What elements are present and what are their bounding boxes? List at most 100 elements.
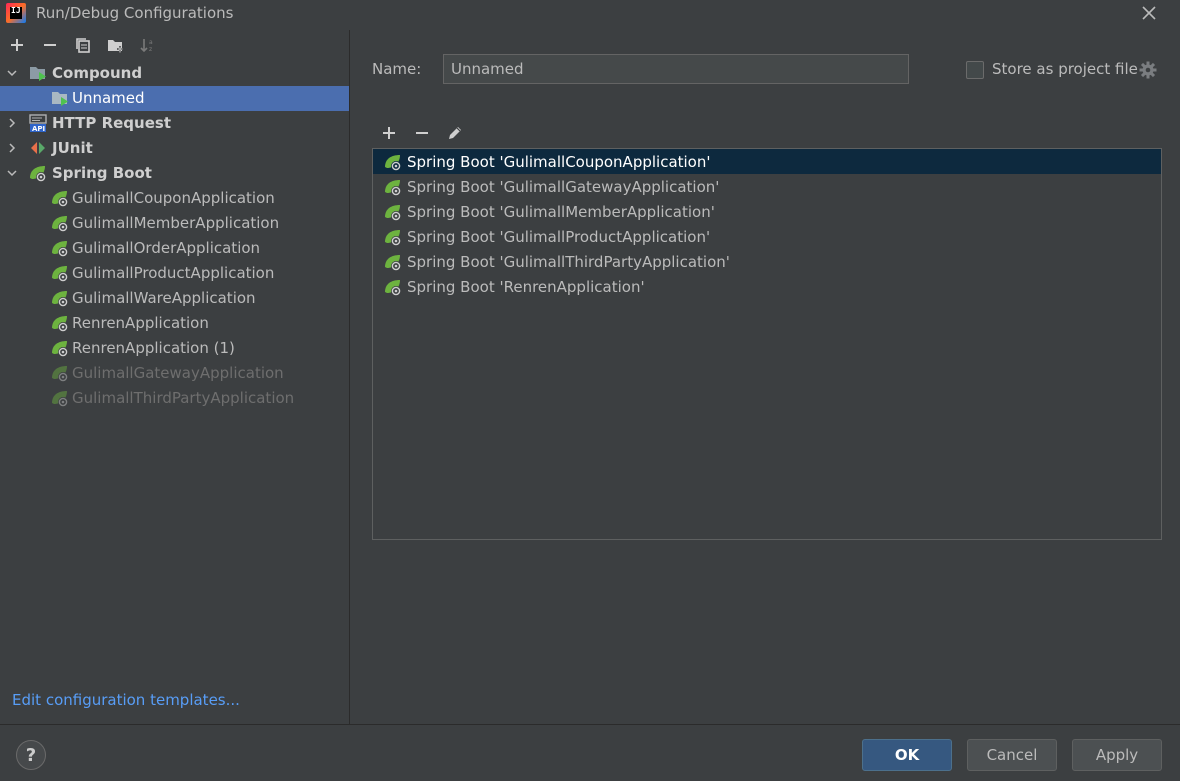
list-item-label: Spring Boot 'GulimallMemberApplication' bbox=[407, 203, 715, 221]
tree-item-label: Unnamed bbox=[72, 89, 145, 107]
list-item[interactable]: Spring Boot 'GulimallThirdPartyApplicati… bbox=[373, 249, 1161, 274]
list-item-label: Spring Boot 'GulimallProductApplication' bbox=[407, 228, 711, 246]
spring-boot-icon bbox=[52, 316, 68, 332]
list-item[interactable]: Spring Boot 'RenrenApplication' bbox=[373, 274, 1161, 299]
tree-item-label: GulimallMemberApplication bbox=[72, 214, 280, 232]
configurations-tree: Compound Unnamed API HTTP Request JUnit … bbox=[0, 61, 349, 411]
tree-item-label: GulimallThirdPartyApplication bbox=[72, 389, 295, 407]
copy-icon bbox=[75, 38, 90, 53]
tree-group-junit[interactable]: JUnit bbox=[0, 136, 349, 161]
copy-configuration-button[interactable] bbox=[70, 34, 95, 56]
pencil-icon bbox=[448, 127, 461, 139]
http-api-icon: API bbox=[29, 114, 47, 133]
tree-item-label: GulimallGatewayApplication bbox=[72, 364, 284, 382]
tree-group-compound[interactable]: Compound bbox=[0, 61, 349, 86]
tree-group-label: Compound bbox=[52, 64, 143, 82]
tree-item-spring-app[interactable]: RenrenApplication bbox=[0, 311, 349, 336]
tree-item-spring-app[interactable]: GulimallWareApplication bbox=[0, 286, 349, 311]
close-icon[interactable] bbox=[1138, 2, 1160, 24]
tree-group-label: HTTP Request bbox=[52, 114, 171, 132]
ok-button[interactable]: OK bbox=[862, 739, 952, 771]
plus-icon bbox=[382, 127, 395, 139]
tree-item-label: RenrenApplication (1) bbox=[72, 339, 235, 357]
chevron-right-icon[interactable] bbox=[6, 117, 18, 129]
spring-boot-icon bbox=[52, 241, 68, 257]
list-item-label: Spring Boot 'GulimallCouponApplication' bbox=[407, 153, 711, 171]
list-item-label: Spring Boot 'RenrenApplication' bbox=[407, 278, 645, 296]
svg-text:API: API bbox=[32, 125, 45, 133]
footer-divider bbox=[0, 724, 1180, 725]
tree-group-label: Spring Boot bbox=[52, 164, 152, 182]
chevron-down-icon[interactable] bbox=[6, 67, 18, 79]
tree-item-spring-app-disabled[interactable]: GulimallThirdPartyApplication bbox=[0, 386, 349, 411]
name-input[interactable] bbox=[443, 54, 909, 84]
sort-button[interactable]: a z bbox=[136, 34, 161, 56]
edit-configuration-templates-link[interactable]: Edit configuration templates... bbox=[12, 691, 240, 709]
store-as-project-file-checkbox[interactable] bbox=[966, 61, 984, 79]
compound-icon bbox=[52, 92, 68, 106]
remove-run-configuration-button[interactable] bbox=[409, 122, 434, 144]
spring-boot-icon bbox=[30, 166, 46, 182]
cancel-button[interactable]: Cancel bbox=[967, 739, 1057, 771]
tree-group-spring-boot[interactable]: Spring Boot bbox=[0, 161, 349, 186]
tree-item-label: GulimallCouponApplication bbox=[72, 189, 275, 207]
configurations-toolbar: a z bbox=[4, 34, 161, 56]
spring-boot-icon bbox=[52, 391, 68, 407]
gear-icon[interactable] bbox=[1139, 61, 1157, 79]
compound-toolbar bbox=[376, 122, 467, 144]
tree-item-unnamed[interactable]: Unnamed bbox=[0, 86, 349, 111]
spring-boot-icon bbox=[52, 341, 68, 357]
list-item[interactable]: Spring Boot 'GulimallMemberApplication' bbox=[373, 199, 1161, 224]
remove-configuration-button[interactable] bbox=[37, 34, 62, 56]
spring-boot-icon bbox=[385, 230, 401, 246]
tree-item-spring-app-disabled[interactable]: GulimallGatewayApplication bbox=[0, 361, 349, 386]
list-item-label: Spring Boot 'GulimallThirdPartyApplicati… bbox=[407, 253, 730, 271]
spring-boot-icon bbox=[52, 366, 68, 382]
configurations-panel: a z Compound Unnamed API HTTP Request JU… bbox=[0, 30, 349, 724]
spring-boot-icon bbox=[385, 255, 401, 271]
spring-boot-icon bbox=[385, 180, 401, 196]
chevron-down-icon[interactable] bbox=[6, 167, 18, 179]
tree-group-http-request[interactable]: API HTTP Request bbox=[0, 111, 349, 136]
spring-boot-icon bbox=[52, 266, 68, 282]
window-title: Run/Debug Configurations bbox=[36, 4, 234, 22]
compound-icon bbox=[30, 67, 46, 81]
list-item[interactable]: Spring Boot 'GulimallCouponApplication' bbox=[373, 149, 1161, 174]
compound-configurations-list[interactable]: Spring Boot 'GulimallCouponApplication' … bbox=[372, 148, 1162, 540]
chevron-right-icon[interactable] bbox=[6, 142, 18, 154]
intellij-logo-icon: IJ bbox=[6, 3, 26, 23]
tree-item-spring-app[interactable]: GulimallCouponApplication bbox=[0, 186, 349, 211]
tree-group-label: JUnit bbox=[52, 139, 93, 157]
spring-boot-icon bbox=[52, 216, 68, 232]
svg-text:a: a bbox=[149, 39, 153, 46]
panel-divider[interactable] bbox=[349, 30, 350, 724]
tree-item-label: GulimallOrderApplication bbox=[72, 239, 261, 257]
name-label: Name: bbox=[372, 60, 422, 78]
minus-icon bbox=[415, 132, 428, 134]
spring-boot-icon bbox=[385, 205, 401, 221]
sort-alphabetically-icon: a z bbox=[139, 39, 153, 53]
list-item-label: Spring Boot 'GulimallGatewayApplication' bbox=[407, 178, 720, 196]
svg-text:z: z bbox=[149, 46, 152, 53]
store-as-project-file-label[interactable]: Store as project file bbox=[992, 60, 1138, 78]
apply-button[interactable]: Apply bbox=[1072, 739, 1162, 771]
spring-boot-icon bbox=[385, 155, 401, 171]
add-run-configuration-button[interactable] bbox=[376, 122, 401, 144]
spring-boot-icon bbox=[52, 191, 68, 207]
edit-run-configuration-button[interactable] bbox=[442, 122, 467, 144]
add-configuration-button[interactable] bbox=[4, 34, 29, 56]
list-item[interactable]: Spring Boot 'GulimallGatewayApplication' bbox=[373, 174, 1161, 199]
new-folder-button[interactable] bbox=[103, 34, 128, 56]
plus-icon bbox=[10, 39, 23, 51]
junit-icon bbox=[31, 142, 45, 154]
tree-item-spring-app[interactable]: RenrenApplication (1) bbox=[0, 336, 349, 361]
tree-item-spring-app[interactable]: GulimallOrderApplication bbox=[0, 236, 349, 261]
tree-item-spring-app[interactable]: GulimallProductApplication bbox=[0, 261, 349, 286]
list-item[interactable]: Spring Boot 'GulimallProductApplication' bbox=[373, 224, 1161, 249]
title-bar: IJ Run/Debug Configurations bbox=[0, 0, 1180, 28]
tree-item-spring-app[interactable]: GulimallMemberApplication bbox=[0, 211, 349, 236]
tree-item-label: GulimallWareApplication bbox=[72, 289, 256, 307]
folder-add-icon bbox=[107, 40, 123, 53]
help-button[interactable]: ? bbox=[16, 740, 46, 770]
tree-item-label: RenrenApplication bbox=[72, 314, 209, 332]
